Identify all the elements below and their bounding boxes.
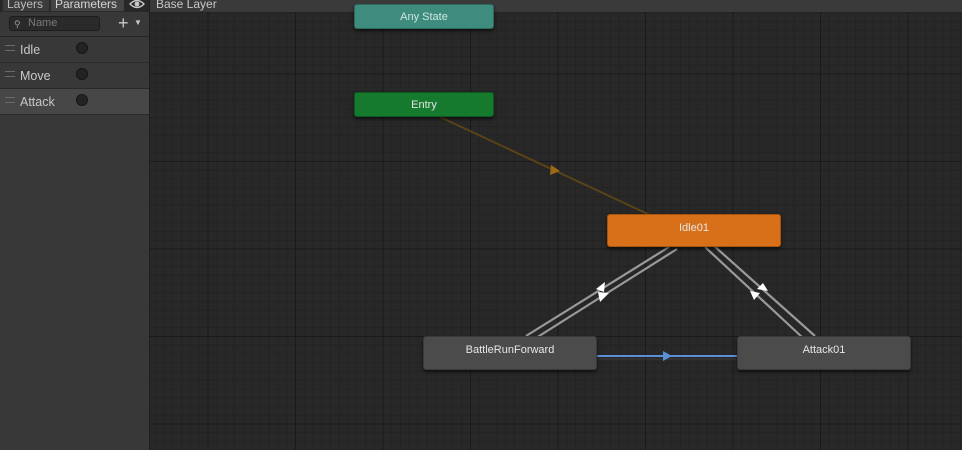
transition-arrow-icon <box>598 292 609 302</box>
state-attack01[interactable]: Attack01 <box>737 336 911 370</box>
state-battle-run-forward[interactable]: BattleRunForward <box>423 336 597 370</box>
transition-idle-to-run[interactable] <box>525 246 670 337</box>
state-entry[interactable]: Entry <box>354 92 494 117</box>
state-any-state[interactable]: Any State <box>354 4 494 29</box>
transition-arrow-icon <box>550 165 560 175</box>
entry-transition[interactable] <box>439 116 651 216</box>
transition-attack-to-idle[interactable] <box>712 244 816 337</box>
transition-layer <box>439 116 816 361</box>
state-idle01[interactable]: Idle01 <box>607 214 781 247</box>
